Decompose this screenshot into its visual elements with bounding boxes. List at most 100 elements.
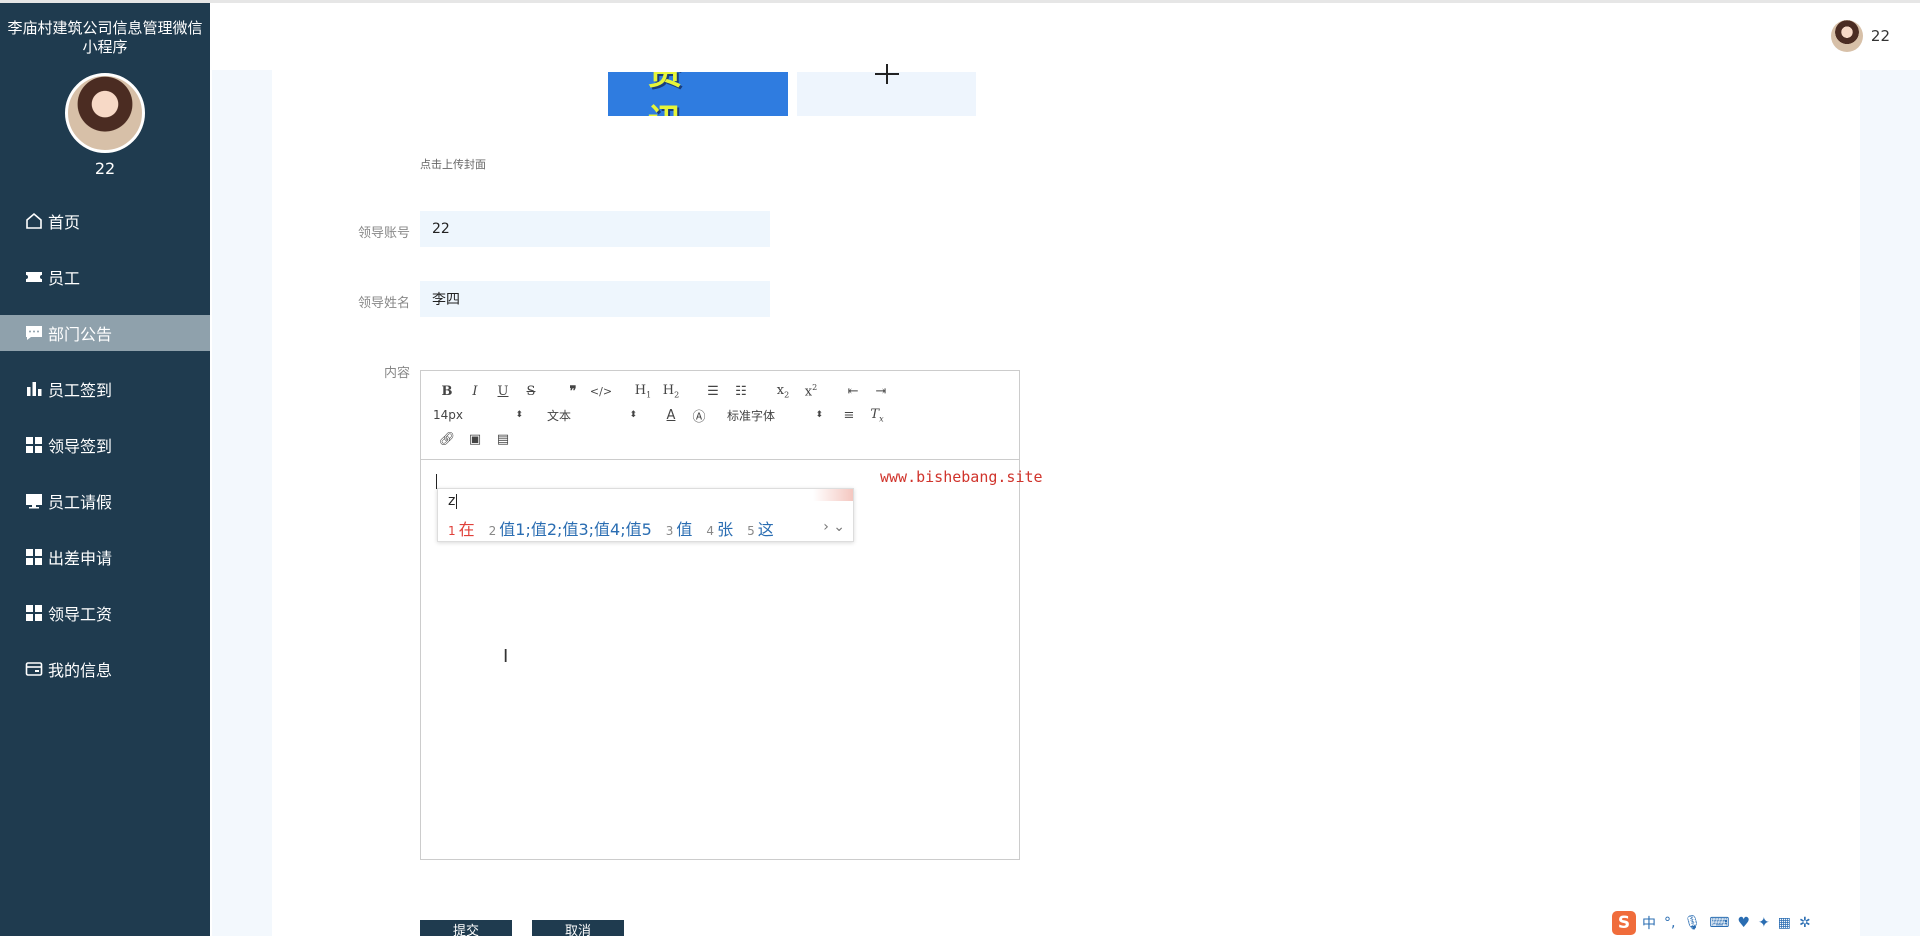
sidebar-menu: 首页 员工 部门公告 员工签到 领导签到 员工请假 出差申请 领导工资 我的信息 bbox=[0, 193, 210, 697]
name-input[interactable] bbox=[420, 281, 770, 317]
i-beam-cursor-icon: I bbox=[503, 646, 509, 667]
keyboard-icon[interactable]: ⌨ bbox=[1709, 915, 1729, 931]
ordered-list-button[interactable]: ☰ bbox=[699, 384, 727, 399]
sidebar-item-department-notice[interactable]: 部门公告 bbox=[0, 315, 210, 351]
ime-candidate-list: 1在 2 值1;值2;值3;值4;值5 3值 4张 5这 bbox=[448, 516, 788, 540]
rich-text-editor: B I U S ❞ </> H1 H2 ☰ ☷ x2 x2 ⇤ ⇥ 14px ⬍ bbox=[420, 370, 1020, 860]
ime-candidate-popup: z 1在 2 值1;值2;值3;值4;值5 3值 4张 5这 › ⌄ bbox=[437, 488, 854, 542]
chat-icon bbox=[24, 323, 44, 343]
select-arrows-icon: ⬍ bbox=[815, 410, 823, 420]
align-button[interactable]: ≡ bbox=[835, 408, 863, 423]
sidebar-item-leader-checkin[interactable]: 领导签到 bbox=[0, 417, 210, 473]
blockquote-button[interactable]: ❞ bbox=[559, 384, 587, 399]
home-icon bbox=[24, 211, 44, 231]
grid-icon bbox=[24, 547, 44, 567]
sidebar-item-leader-salary[interactable]: 领导工资 bbox=[0, 585, 210, 641]
user-avatar[interactable] bbox=[65, 73, 145, 153]
account-label: 领导账号 bbox=[357, 226, 410, 241]
strike-button[interactable]: S bbox=[517, 384, 545, 399]
watermark: www.bishebang.site bbox=[880, 468, 1043, 486]
font-color-button[interactable]: A bbox=[657, 408, 685, 423]
header2-button[interactable]: H2 bbox=[657, 383, 685, 400]
sidebar-item-label: 员工 bbox=[48, 269, 81, 288]
heading-select[interactable]: 文本 ⬍ bbox=[547, 407, 637, 424]
ime-candidate[interactable]: 5这 bbox=[747, 516, 774, 540]
cover-image[interactable]: 资讯 bbox=[608, 72, 788, 116]
sidebar-item-home[interactable]: 首页 bbox=[0, 193, 210, 249]
ime-decoration bbox=[813, 489, 853, 501]
sidebar-item-label: 首页 bbox=[48, 213, 81, 232]
content-label: 内容 bbox=[383, 366, 410, 381]
ime-candidate[interactable]: 4张 bbox=[706, 516, 733, 540]
bold-button[interactable]: B bbox=[433, 384, 461, 399]
monitor-icon bbox=[24, 491, 44, 511]
card-icon bbox=[24, 659, 44, 679]
app-title: 李庙村建筑公司信息管理微信小程序 bbox=[7, 19, 203, 56]
sidebar-item-label: 员工请假 bbox=[48, 493, 113, 512]
superscript-button[interactable]: x2 bbox=[797, 383, 825, 399]
underline-button[interactable]: U bbox=[489, 384, 517, 399]
sidebar-item-label: 出差申请 bbox=[48, 549, 113, 568]
sidebar: 李庙村建筑公司信息管理微信小程序 22 首页 员工 部门公告 员工签到 领导签到… bbox=[0, 3, 210, 936]
sidebar-item-staff-checkin[interactable]: 员工签到 bbox=[0, 361, 210, 417]
heading-value: 文本 bbox=[547, 408, 572, 423]
bar-chart-icon bbox=[24, 379, 44, 399]
grid-icon bbox=[24, 435, 44, 455]
microphone-icon[interactable]: 🎙︎ bbox=[1683, 915, 1701, 931]
content-panel-left bbox=[212, 70, 272, 936]
sidebar-item-staff-leave[interactable]: 员工请假 bbox=[0, 473, 210, 529]
top-border bbox=[0, 0, 1920, 3]
name-label: 领导姓名 bbox=[357, 296, 410, 311]
ime-status-bar: S 中 °, 🎙︎ ⌨ ♥ ✦ ▦ ✲ bbox=[1612, 910, 1838, 936]
sidebar-item-my-info[interactable]: 我的信息 bbox=[0, 641, 210, 697]
plus-icon[interactable] bbox=[872, 64, 902, 86]
sidebar-item-label: 我的信息 bbox=[48, 661, 113, 680]
sidebar-user-name: 22 bbox=[94, 159, 116, 178]
ime-composition: z bbox=[448, 493, 456, 509]
settings-icon[interactable]: ✲ bbox=[1799, 915, 1811, 931]
ime-candidate[interactable]: 1在 bbox=[448, 516, 475, 540]
background-color-button[interactable]: Ⓐ bbox=[685, 406, 713, 425]
sidebar-item-label: 部门公告 bbox=[48, 325, 113, 344]
submit-button[interactable]: 提交 bbox=[420, 920, 512, 936]
indent-button[interactable]: ⇥ bbox=[867, 384, 895, 399]
sidebar-item-business-trip[interactable]: 出差申请 bbox=[0, 529, 210, 585]
header-user-name: 22 bbox=[1870, 27, 1890, 45]
clean-format-button[interactable]: Tx bbox=[863, 407, 891, 424]
font-size-select[interactable]: 14px ⬍ bbox=[433, 408, 523, 422]
grid-icon bbox=[24, 603, 44, 623]
font-size-value: 14px bbox=[433, 408, 463, 422]
account-input[interactable] bbox=[420, 211, 770, 247]
punctuation-icon[interactable]: °, bbox=[1664, 915, 1675, 931]
sidebar-item-label: 领导工资 bbox=[48, 605, 113, 624]
header1-button[interactable]: H1 bbox=[629, 383, 657, 400]
ime-next-page-icon[interactable]: › ⌄ bbox=[823, 519, 845, 535]
skin-icon[interactable]: ♥ bbox=[1737, 915, 1750, 931]
subscript-button[interactable]: x2 bbox=[769, 383, 797, 400]
select-arrows-icon: ⬍ bbox=[629, 410, 637, 420]
link-icon[interactable]: 🔗︎ bbox=[433, 432, 461, 447]
select-arrows-icon: ⬍ bbox=[515, 410, 523, 420]
image-icon[interactable]: ▣ bbox=[461, 432, 489, 447]
sidebar-item-staff[interactable]: 员工 bbox=[0, 249, 210, 305]
header-avatar[interactable] bbox=[1830, 20, 1863, 52]
game-icon[interactable]: ✦ bbox=[1758, 915, 1770, 931]
ticket-icon bbox=[24, 267, 44, 287]
video-icon[interactable]: ▤ bbox=[489, 432, 517, 447]
italic-button[interactable]: I bbox=[461, 384, 489, 399]
outdent-button[interactable]: ⇤ bbox=[839, 384, 867, 399]
sidebar-item-label: 员工签到 bbox=[48, 381, 113, 400]
ime-candidate[interactable]: 3值 bbox=[666, 516, 693, 540]
cover-image-text: 资讯 bbox=[648, 72, 722, 116]
code-block-button[interactable]: </> bbox=[587, 385, 615, 398]
header-user[interactable]: 22 bbox=[1830, 20, 1890, 52]
bullet-list-button[interactable]: ☷ bbox=[727, 384, 755, 399]
cover-upload-hint: 点击上传封面 bbox=[420, 158, 486, 171]
cancel-button[interactable]: 取消 bbox=[532, 920, 624, 936]
ime-candidate[interactable]: 2 值1;值2;值3;值4;值5 bbox=[489, 516, 652, 540]
ime-mode-toggle[interactable]: 中 bbox=[1642, 913, 1656, 933]
font-family-select[interactable]: 标准字体 ⬍ bbox=[727, 407, 823, 424]
editor-toolbar: B I U S ❞ </> H1 H2 ☰ ☷ x2 x2 ⇤ ⇥ 14px ⬍ bbox=[421, 371, 1019, 460]
sogou-logo-icon[interactable]: S bbox=[1612, 911, 1636, 935]
toolbox-icon[interactable]: ▦ bbox=[1778, 915, 1791, 931]
